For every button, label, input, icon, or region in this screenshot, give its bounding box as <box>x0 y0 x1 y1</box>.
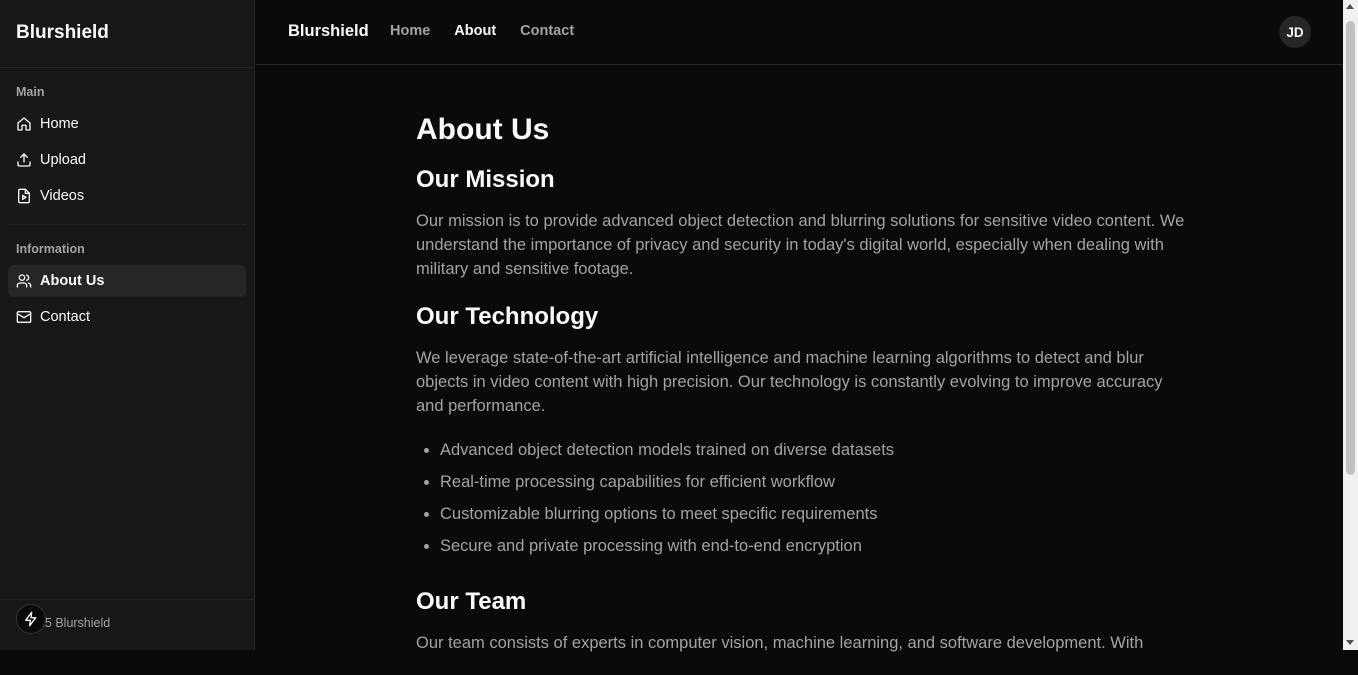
nav-link-contact[interactable]: Contact <box>520 23 574 39</box>
users-icon <box>16 274 32 288</box>
mission-text: Our mission is to provide advanced objec… <box>416 212 1185 278</box>
team-heading: Our Team <box>416 588 527 615</box>
sidebar-item-home[interactable]: Home <box>8 108 246 140</box>
sidebar-item-label: Contact <box>40 309 90 325</box>
top-navbar: Blurshield Home About Contact JD <box>256 0 1343 65</box>
home-icon <box>17 117 31 131</box>
sidebar-divider <box>8 224 246 225</box>
scroll-up-arrow-icon[interactable] <box>1346 4 1354 9</box>
list-item: Real-time processing capabilities for ef… <box>440 470 1186 494</box>
navbar-links: Home About Contact <box>390 23 574 39</box>
list-item: Customizable blurring options to meet sp… <box>440 502 1186 526</box>
list-item: Advanced object detection models trained… <box>440 438 1186 462</box>
upload-icon <box>17 153 31 167</box>
sidebar-item-label: Home <box>40 116 79 132</box>
sidebar-brand[interactable]: Blurshield <box>0 0 254 68</box>
sidebar-item-label: Upload <box>40 152 86 168</box>
sidebar-group-information: Information About Us Contact <box>0 233 254 333</box>
sidebar-group-label: Information <box>16 242 85 256</box>
nav-link-home[interactable]: Home <box>390 23 430 39</box>
technology-feature-list: Advanced object detection models trained… <box>416 438 1186 558</box>
sidebar-item-about-us[interactable]: About Us <box>8 265 246 297</box>
sidebar-item-label: Videos <box>40 188 85 204</box>
sidebar-item-videos[interactable]: Videos <box>8 180 246 212</box>
technology-heading: Our Technology <box>416 303 599 330</box>
team-text: Our team consists of experts in computer… <box>416 634 1144 652</box>
sidebar-item-upload[interactable]: Upload <box>8 144 246 176</box>
bolt-button[interactable] <box>16 604 46 634</box>
page-title: About Us <box>416 113 550 146</box>
sidebar-item-contact[interactable]: Contact <box>8 301 246 333</box>
video-file-icon <box>18 188 30 204</box>
sidebar-group-main: Main Home Upload Videos <box>0 76 254 212</box>
nav-link-about[interactable]: About <box>454 23 496 39</box>
sidebar: Blurshield Main Home Upload Videos Infor… <box>0 0 255 650</box>
mission-heading: Our Mission <box>416 166 555 193</box>
vertical-scrollbar[interactable] <box>1343 0 1358 650</box>
sidebar-item-label: About Us <box>40 273 105 289</box>
mail-icon <box>16 311 32 323</box>
scrollbar-thumb[interactable] <box>1346 21 1355 475</box>
main-content: About Us Our Mission Our mission is to p… <box>416 110 1186 675</box>
user-avatar[interactable]: JD <box>1279 16 1311 48</box>
scroll-down-arrow-icon[interactable] <box>1346 640 1354 645</box>
sidebar-footer: 025 Blurshield <box>0 599 254 650</box>
navbar-brand[interactable]: Blurshield <box>288 22 369 41</box>
list-item: Secure and private processing with end-t… <box>440 534 1186 558</box>
lightning-bolt-icon <box>25 611 37 627</box>
sidebar-group-label: Main <box>16 85 45 99</box>
technology-text: We leverage state-of-the-art artificial … <box>416 349 1163 415</box>
